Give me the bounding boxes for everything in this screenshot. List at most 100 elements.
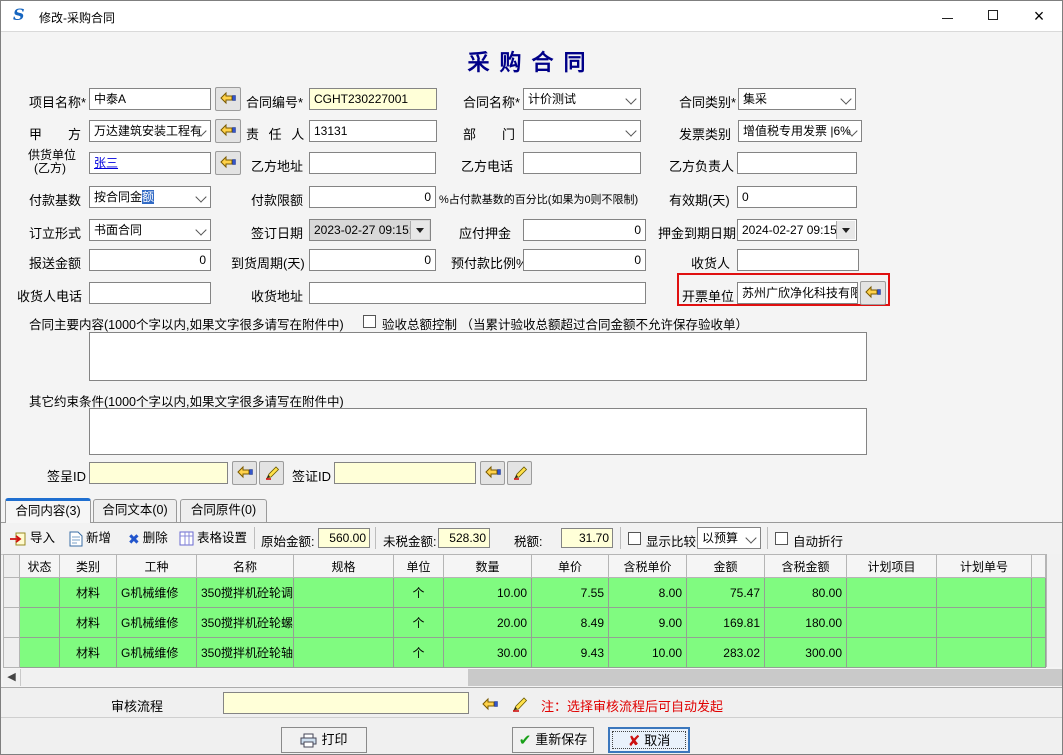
table-cell[interactable] [294, 578, 394, 608]
receive-address-input[interactable] [309, 282, 646, 304]
table-cell[interactable] [937, 578, 1032, 608]
invoice-type-select[interactable]: 增值税专用发票 |6% [738, 120, 862, 142]
pay-base-select[interactable]: 按合同金额 [89, 186, 211, 208]
visa-id-picker-button[interactable] [480, 461, 505, 485]
table-cell[interactable]: 10.00 [444, 578, 532, 608]
table-cell[interactable]: 300.00 [765, 638, 847, 668]
scrollbar-thumb[interactable] [21, 669, 468, 686]
table-cell[interactable] [294, 638, 394, 668]
b-address-input[interactable] [309, 152, 436, 174]
table-cell[interactable]: 9.00 [609, 608, 687, 638]
calendar-dropdown-button[interactable] [836, 221, 855, 239]
project-picker-button[interactable] [215, 87, 241, 111]
table-row[interactable]: 材料G机械维修350搅拌机砼轮螺个20.008.499.00169.81180.… [4, 608, 1046, 638]
visa-id-sign-button[interactable] [507, 461, 532, 485]
table-cell[interactable]: 350搅拌机砼轮螺 [197, 608, 294, 638]
add-row-button[interactable]: 新增 [69, 526, 111, 550]
table-cell[interactable]: 8.49 [532, 608, 609, 638]
table-row[interactable]: 材料G机械维修350搅拌机砼轮轴 个30.009.4310.00283.02300… [4, 638, 1046, 668]
table-cell[interactable]: 350搅拌机砼轮调 [197, 578, 294, 608]
supplier-picker-button[interactable] [215, 151, 241, 175]
table-cell[interactable]: 169.81 [687, 608, 765, 638]
party-a-picker-button[interactable] [215, 119, 241, 143]
table-cell[interactable]: G机械维修 [117, 578, 197, 608]
table-cell[interactable] [20, 578, 60, 608]
table-cell[interactable]: G机械维修 [117, 608, 197, 638]
form-type-select[interactable]: 书面合同 [89, 219, 211, 241]
project-name-input[interactable]: 中泰A [89, 88, 211, 110]
print-button[interactable]: 打印 [281, 727, 367, 753]
tab-contract-text[interactable]: 合同文本(0) [93, 499, 177, 523]
review-flow-input[interactable] [223, 692, 469, 714]
table-row[interactable]: 材料G机械维修350搅拌机砼轮调 个10.007.558.0075.4780.00 [4, 578, 1046, 608]
table-cell[interactable]: 个 [394, 638, 444, 668]
table-cell[interactable]: 材料 [60, 638, 117, 668]
table-cell[interactable]: 9.43 [532, 638, 609, 668]
auto-wrap-checkbox[interactable] [775, 532, 788, 545]
row-selector[interactable] [4, 638, 20, 668]
table-cell[interactable] [20, 638, 60, 668]
valid-days-input[interactable]: 0 [737, 186, 857, 208]
table-cell[interactable]: G机械维修 [117, 638, 197, 668]
sign-id-picker-button[interactable] [232, 461, 257, 485]
vertical-scrollbar[interactable] [1046, 554, 1063, 667]
table-cell[interactable]: 180.00 [765, 608, 847, 638]
horizontal-scrollbar[interactable]: ◀ [3, 669, 1062, 686]
table-cell[interactable]: 80.00 [765, 578, 847, 608]
invoice-unit-picker-button[interactable] [860, 281, 886, 305]
calendar-dropdown-button[interactable] [410, 221, 429, 239]
table-cell[interactable]: 30.00 [444, 638, 532, 668]
table-cell[interactable]: 个 [394, 578, 444, 608]
report-amount-input[interactable]: 0 [89, 249, 211, 271]
row-selector[interactable] [4, 608, 20, 638]
acceptance-total-checkbox[interactable] [363, 315, 376, 328]
deposit-input[interactable]: 0 [523, 219, 646, 241]
deposit-due-picker[interactable]: 2024-02-27 09:15: [737, 219, 857, 241]
table-cell[interactable]: 283.02 [687, 638, 765, 668]
compare-mode-select[interactable]: 以预算 [697, 527, 761, 549]
delivery-cycle-input[interactable]: 0 [309, 249, 436, 271]
main-content-textarea[interactable] [89, 332, 867, 381]
table-cell[interactable]: 350搅拌机砼轮轴 [197, 638, 294, 668]
invoice-unit-input[interactable]: 苏州广欣净化科技有限 [737, 282, 858, 304]
receiver-input[interactable] [737, 249, 859, 271]
pay-limit-input[interactable]: 0 [309, 186, 436, 208]
table-cell[interactable] [847, 578, 937, 608]
row-selector[interactable] [4, 578, 20, 608]
prepay-ratio-input[interactable]: 0 [523, 249, 646, 271]
show-compare-checkbox[interactable] [628, 532, 641, 545]
minimize-button[interactable] [924, 1, 970, 31]
table-cell[interactable]: 7.55 [532, 578, 609, 608]
cancel-button[interactable]: ✘取消 [608, 727, 690, 753]
table-cell[interactable]: 10.00 [609, 638, 687, 668]
other-terms-textarea[interactable] [89, 408, 867, 455]
table-setup-button[interactable]: 表格设置 [179, 526, 247, 550]
import-button[interactable]: 导入 [9, 526, 55, 550]
table-cell[interactable]: 20.00 [444, 608, 532, 638]
table-cell[interactable] [294, 608, 394, 638]
sign-id-sign-button[interactable] [259, 461, 284, 485]
resave-button[interactable]: ✔重新保存 [512, 727, 594, 753]
table-cell[interactable]: 材料 [60, 578, 117, 608]
manager-input[interactable]: 13131 [309, 120, 437, 142]
table-cell[interactable] [20, 608, 60, 638]
party-a-select[interactable]: 万达建筑安装工程有 [89, 120, 211, 142]
table-cell[interactable]: 8.00 [609, 578, 687, 608]
visa-id-input[interactable] [334, 462, 476, 484]
table-cell[interactable] [847, 608, 937, 638]
tab-contract-content[interactable]: 合同内容(3) [5, 498, 91, 523]
contract-no-input[interactable]: CGHT230227001 [309, 88, 437, 110]
contract-type-select[interactable]: 集采 [738, 88, 856, 110]
delete-row-button[interactable]: ✖删除 [128, 526, 168, 550]
review-sign-button[interactable] [507, 693, 531, 717]
review-picker-button[interactable] [478, 694, 502, 718]
table-cell[interactable]: 75.47 [687, 578, 765, 608]
table-cell[interactable] [937, 608, 1032, 638]
tab-contract-original[interactable]: 合同原件(0) [180, 499, 267, 523]
table-cell[interactable]: 材料 [60, 608, 117, 638]
receiver-phone-input[interactable] [89, 282, 211, 304]
maximize-button[interactable] [970, 1, 1016, 31]
b-phone-input[interactable] [523, 152, 641, 174]
department-select[interactable] [523, 120, 641, 142]
b-manager-input[interactable] [737, 152, 857, 174]
